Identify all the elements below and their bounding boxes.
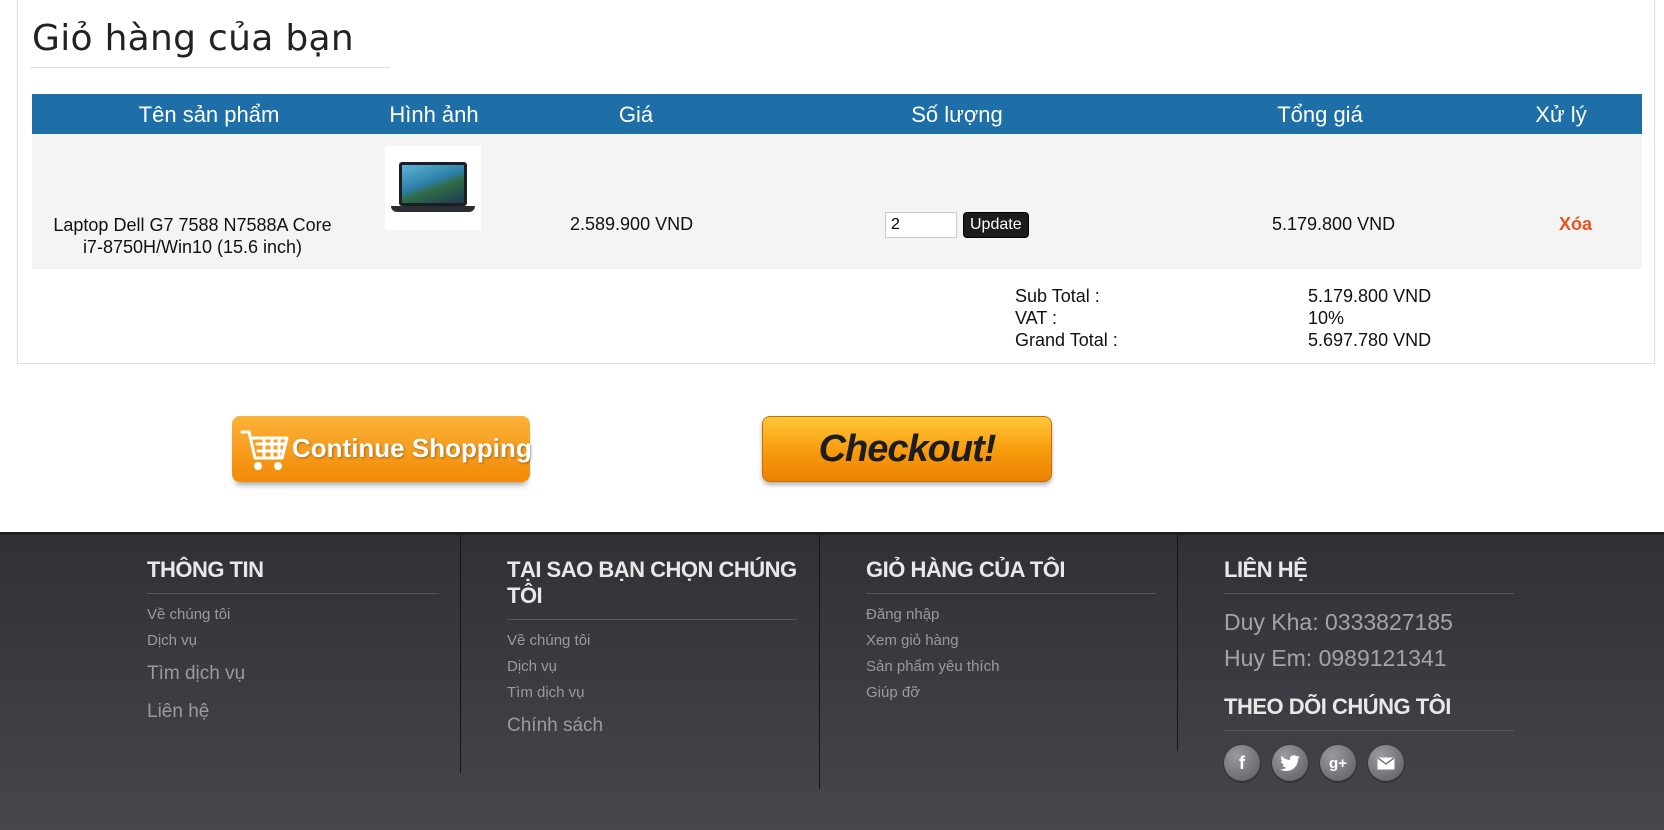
col-header-price: Giá <box>618 102 654 127</box>
footer: THÔNG TIN Về chúng tôi Dịch vụ Tìm dịch … <box>0 532 1664 830</box>
table-header: Tên sản phẩm Hình ảnh Giá Số lượng Tổng … <box>32 94 1642 134</box>
footer-col-contact: LIÊN HỆ Duy Kha: 0333827185 Huy Em: 0989… <box>1177 535 1517 781</box>
footer-link[interactable]: Giúp đỡ <box>866 684 1179 701</box>
vat-label: VAT : <box>1015 308 1058 328</box>
laptop-image <box>391 162 475 214</box>
continue-shopping-label: Continue Shopping <box>292 433 532 463</box>
col-header-quantity: Số lượng <box>911 102 1003 127</box>
page-title: Giỏ hàng của bạn <box>32 18 354 59</box>
footer-col-cart: GIỎ HÀNG CỦA TÔI Đăng nhập Xem giỏ hàng … <box>819 535 1179 789</box>
google-plus-icon[interactable]: g+ <box>1320 745 1356 781</box>
quantity-control: Update <box>885 212 1029 238</box>
footer-col-title: THÔNG TIN <box>147 557 264 582</box>
facebook-icon[interactable]: f <box>1224 745 1260 781</box>
grand-total-label: Grand Total : <box>1015 330 1118 350</box>
title-divider <box>30 67 390 68</box>
footer-link[interactable]: Chính sách <box>507 715 820 737</box>
twitter-icon[interactable] <box>1272 745 1308 781</box>
continue-shopping-button[interactable]: Continue Shopping <box>232 416 532 484</box>
footer-link[interactable]: Sản phẩm yêu thích <box>866 658 1179 675</box>
checkout-label: Checkout! <box>818 427 997 470</box>
product-image <box>385 146 481 230</box>
shopping-cart-icon <box>240 430 289 470</box>
quantity-input[interactable] <box>885 212 957 238</box>
footer-col-info: THÔNG TIN Về chúng tôi Dịch vụ Tìm dịch … <box>147 535 439 793</box>
footer-link[interactable]: Tìm dịch vụ <box>507 684 820 701</box>
product-name: Laptop Dell G7 7588 N7588A Core i7-8750H… <box>40 214 345 258</box>
product-name-line2: i7-8750H/Win10 (15.6 inch) <box>82 237 303 257</box>
subtotal-label: Sub Total : <box>1015 286 1100 306</box>
col-header-total: Tổng giá <box>1277 102 1363 127</box>
product-name-line1: Laptop Dell G7 7588 N7588A Core <box>53 215 332 235</box>
follow-us-title: THEO DÕI CHÚNG TÔI <box>1224 694 1451 719</box>
subtotal-value: 5.179.800 VND <box>1308 286 1432 306</box>
contact-phone: Duy Kha: 0333827185 <box>1224 609 1453 635</box>
footer-col-why: TẠI SAO BẠN CHỌN CHÚNG TÔI Về chúng tôi … <box>460 535 820 773</box>
col-header-name: Tên sản phẩm <box>138 102 280 127</box>
update-button[interactable]: Update <box>963 212 1029 238</box>
vat-value: 10% <box>1308 308 1345 328</box>
footer-link[interactable]: Xem giỏ hàng <box>866 632 1179 649</box>
footer-col-title: LIÊN HỆ <box>1224 557 1308 582</box>
summary-labels: Sub Total : VAT : Grand Total : <box>1015 285 1118 351</box>
footer-link[interactable]: Về chúng tôi <box>147 606 439 623</box>
product-price: 2.589.900 VND <box>570 214 694 234</box>
footer-col-title: GIỎ HÀNG CỦA TÔI <box>866 557 1065 582</box>
footer-link[interactable]: Liên hệ <box>147 701 439 723</box>
social-links: f g+ <box>1224 745 1517 781</box>
col-header-image: Hình ảnh <box>389 102 479 127</box>
checkout-button[interactable]: Checkout! <box>762 416 1052 482</box>
table-row: Laptop Dell G7 7588 N7588A Core i7-8750H… <box>32 134 1642 269</box>
summary-values: 5.179.800 VND 10% 5.697.780 VND <box>1308 285 1431 351</box>
cart-panel: Giỏ hàng của bạn Tên sản phẩm Hình ảnh G… <box>17 0 1655 364</box>
footer-link[interactable]: Về chúng tôi <box>507 632 820 649</box>
line-total: 5.179.800 VND <box>1272 214 1396 234</box>
grand-total-value: 5.697.780 VND <box>1308 330 1432 350</box>
col-header-action: Xử lý <box>1535 102 1587 127</box>
mail-icon[interactable] <box>1368 745 1404 781</box>
footer-link[interactable]: Tìm dịch vụ <box>147 663 439 685</box>
footer-link[interactable]: Dịch vụ <box>147 632 439 649</box>
footer-col-title: TẠI SAO BẠN CHỌN CHÚNG TÔI <box>507 557 797 608</box>
footer-link[interactable]: Đăng nhập <box>866 606 1179 623</box>
contact-phone: Huy Em: 0989121341 <box>1224 645 1447 671</box>
cart-table: Tên sản phẩm Hình ảnh Giá Số lượng Tổng … <box>32 94 1642 269</box>
delete-link[interactable]: Xóa <box>1559 214 1592 235</box>
footer-link[interactable]: Dịch vụ <box>507 658 820 675</box>
